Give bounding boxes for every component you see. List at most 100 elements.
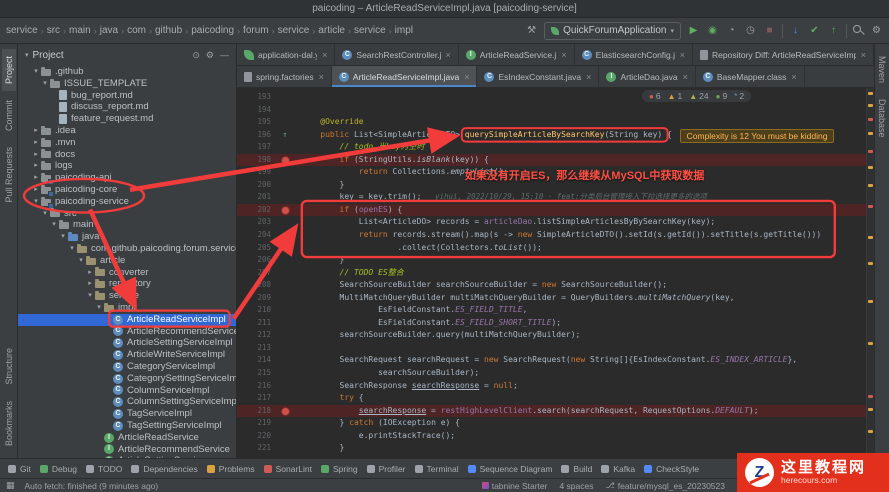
inspection-count[interactable]: ● 9 — [716, 91, 728, 101]
tool-stripe-pull-requests[interactable]: Pull Requests — [2, 140, 16, 210]
tree-item-java[interactable]: ▾ java — [18, 231, 236, 243]
tree-toggle-icon[interactable]: ▾ — [31, 196, 41, 208]
toolwindow-button-sequence-diagram[interactable]: Sequence Diagram — [467, 464, 552, 474]
tree-item-paicoding-core[interactable]: ▸ paicoding-core — [18, 184, 236, 197]
run-icon[interactable]: ▶ — [687, 24, 700, 37]
tree-item-mvn[interactable]: ▸ .mvn — [18, 137, 236, 149]
tree-toggle-icon[interactable]: ▸ — [31, 125, 41, 137]
tree-toggle-icon[interactable]: ▾ — [76, 255, 86, 267]
close-icon[interactable]: × — [861, 50, 866, 60]
tree-item-tagserviceimpl[interactable]: C TagServiceImpl — [18, 408, 236, 420]
status-item-feature-mysql-es-20230523[interactable]: ⎇ feature/mysql_es_20230523 — [606, 481, 726, 491]
tree-toggle-icon[interactable]: ▾ — [58, 231, 68, 243]
stripe-mark[interactable] — [868, 104, 873, 107]
close-icon[interactable]: × — [319, 72, 324, 82]
editor-tab-articlereadservice-java[interactable]: IArticleReadService.java × — [459, 44, 575, 65]
code-line-197[interactable]: 197 // todo 当key为空时 — [237, 141, 866, 154]
code-line-203[interactable]: 203 List<ArticleDO> records = articleDao… — [237, 216, 866, 229]
code-line-206[interactable]: 206 } — [237, 254, 866, 267]
settings-icon[interactable]: ⚙ — [870, 24, 883, 37]
toolwindow-button-spring[interactable]: Spring — [321, 464, 358, 474]
toolwindow-button-todo[interactable]: TODO — [85, 464, 122, 474]
editor-tab-elasticsearchconfig-java[interactable]: CElasticsearchConfig.java × — [575, 44, 694, 65]
coverage-icon[interactable]: ◔ — [725, 24, 738, 37]
run-config-select[interactable]: QuickForumApplication ▾ — [544, 21, 681, 40]
tree-item-categorysettingserviceimpl[interactable]: C CategorySettingServiceImpl — [18, 373, 236, 385]
tree-toggle-icon[interactable]: ▸ — [31, 137, 41, 149]
tree-item-service[interactable]: ▾ service — [18, 290, 236, 302]
stripe-mark[interactable] — [868, 92, 873, 95]
tree-toggle-icon[interactable]: ▸ — [31, 172, 41, 184]
stripe-mark[interactable] — [868, 430, 873, 433]
tree-item-feature-request-md[interactable]: feature_request.md — [18, 113, 236, 125]
tree-item-idea[interactable]: ▸ .idea — [18, 125, 236, 137]
stripe-mark[interactable] — [868, 408, 873, 411]
toolwindow-button-build[interactable]: Build — [561, 464, 592, 474]
error-stripe[interactable] — [866, 88, 874, 458]
breadcrumb-item-article[interactable]: article — [318, 25, 345, 36]
close-icon[interactable]: × — [791, 72, 796, 82]
project-panel-title[interactable]: Project — [33, 50, 64, 61]
chevron-down-icon[interactable]: ▾ — [25, 51, 29, 59]
inspection-count[interactable]: ● 6 — [649, 91, 661, 101]
tree-item-articlereadserviceimpl[interactable]: C ArticleReadServiceImpl — [18, 313, 236, 326]
tool-stripe-project[interactable]: Project — [1, 49, 16, 92]
breadcrumb-item-github[interactable]: github — [155, 25, 182, 36]
editor-tab-articledao-java[interactable]: I ArticleDao.java × — [599, 66, 696, 87]
stripe-mark[interactable] — [868, 166, 873, 169]
tree-item-article[interactable]: ▾ article — [18, 255, 236, 267]
breadcrumb-item-src[interactable]: src — [47, 25, 60, 36]
tree-toggle-icon[interactable]: ▾ — [49, 219, 59, 231]
hide-panel-icon[interactable]: — — [220, 50, 229, 61]
tree-item-columnserviceimpl[interactable]: C ColumnServiceImpl — [18, 385, 236, 397]
toolwindow-button-dependencies[interactable]: Dependencies — [131, 464, 198, 474]
profiler-icon[interactable]: ◷ — [744, 24, 757, 37]
tree-toggle-icon[interactable]: ▸ — [31, 184, 41, 196]
tree-item-main[interactable]: ▾ main — [18, 219, 236, 231]
tree-toggle-icon[interactable]: ▾ — [40, 208, 50, 220]
code-line-219[interactable]: 219 } catch (IOException e) { — [237, 417, 866, 430]
code-line-220[interactable]: 220 e.printStackTrace(); — [237, 430, 866, 443]
code-line-210[interactable]: 210 EsFieldConstant.ES_FIELD_TITLE, — [237, 304, 866, 317]
tree-item-com-github-paicoding-forum-service[interactable]: ▾ com.github.paicoding.forum.service — [18, 243, 236, 255]
tree-item-github[interactable]: ▾ .github — [18, 66, 236, 78]
tree-toggle-icon[interactable]: ▾ — [85, 290, 95, 302]
tree-item-bug-report-md[interactable]: bug_report.md — [18, 90, 236, 102]
toolwindow-button-checkstyle[interactable]: CheckStyle — [644, 464, 699, 474]
toolwindow-button-problems[interactable]: Problems — [206, 464, 255, 474]
breadcrumb-item-paicoding[interactable]: paicoding — [191, 25, 234, 36]
tree-item-discuss-report-md[interactable]: discuss_report.md — [18, 101, 236, 113]
toolwindow-button-terminal[interactable]: Terminal — [414, 464, 459, 474]
build-hammer-icon[interactable]: ⚒ — [525, 24, 538, 37]
close-icon[interactable]: × — [322, 50, 327, 60]
inspection-count[interactable]: ▲ 24 — [689, 91, 708, 101]
tree-toggle-icon[interactable]: ▸ — [31, 149, 41, 161]
tree-toggle-icon[interactable]: ▾ — [67, 243, 77, 255]
settings-icon[interactable]: ⚙ — [206, 50, 214, 61]
stripe-mark[interactable] — [868, 300, 873, 303]
editor-tab-spring-factories[interactable]: spring.factories × — [237, 66, 332, 87]
toolwindow-button-debug[interactable]: Debug — [39, 464, 77, 474]
tool-window-switcher-icon[interactable]: ▦ — [6, 480, 15, 491]
stripe-mark[interactable] — [868, 150, 873, 153]
tree-item-articlewriteserviceimpl[interactable]: C ArticleWriteServiceImpl — [18, 349, 236, 361]
breadcrumb-item-impl[interactable]: impl — [395, 25, 413, 36]
code-line-201[interactable]: 201 key = key.trim(); yihui, 2022/10/29,… — [237, 191, 866, 204]
tool-stripe-maven[interactable]: Maven — [875, 49, 889, 90]
breadcrumb-item-java[interactable]: java — [100, 25, 118, 36]
locate-file-icon[interactable]: ⊙ — [192, 50, 200, 61]
tree-item-repository[interactable]: ▸ repository — [18, 278, 236, 290]
stripe-mark[interactable] — [868, 118, 873, 121]
code-line-198[interactable]: 198 if (StringUtils.isBlank(key)) { — [237, 153, 866, 167]
close-icon[interactable]: × — [680, 50, 685, 60]
tree-item-articlerecommendservice[interactable]: I ArticleRecommendService — [18, 444, 236, 456]
tree-item-articlesettingserviceimpl[interactable]: C ArticleSettingServiceImpl — [18, 337, 236, 349]
code-line-195[interactable]: 195 @Override — [237, 116, 866, 129]
editor-tab-repository-diff-articlereadserviceimpl-java[interactable]: Repository Diff: ArticleReadServiceImpl.… — [693, 44, 874, 65]
tree-item-converter[interactable]: ▸ converter — [18, 267, 236, 279]
tree-toggle-icon[interactable]: ▾ — [40, 78, 50, 90]
code-line-207[interactable]: 207 // TODO ES整合 — [237, 267, 866, 280]
tree-item-docs[interactable]: ▸ docs — [18, 149, 236, 161]
tree-item-paicoding-service[interactable]: ▾ paicoding-service — [18, 196, 236, 209]
code-line-202[interactable]: 202 if (openES) { — [237, 203, 866, 217]
